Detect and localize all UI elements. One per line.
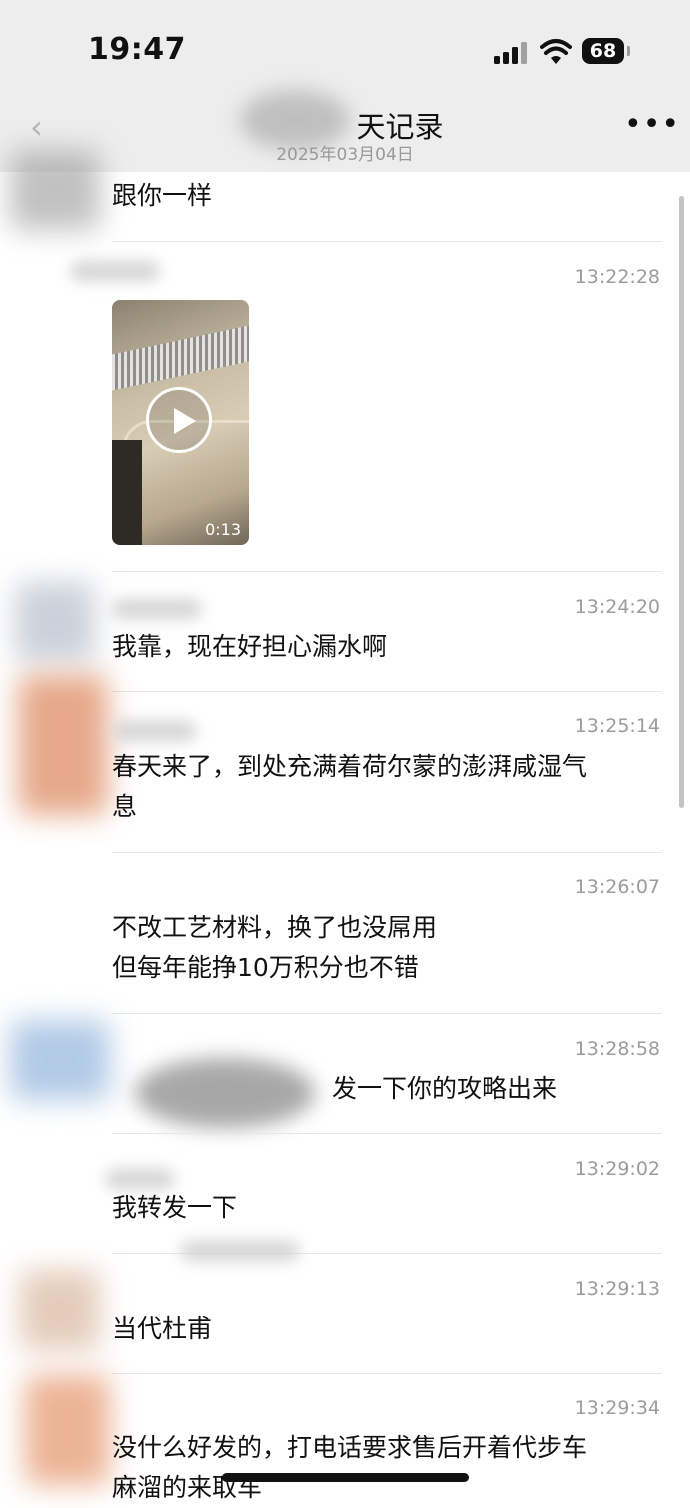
divider — [112, 241, 662, 242]
more-dots-icon[interactable]: ••• — [624, 110, 679, 148]
status-time: 19:47 — [88, 32, 186, 67]
message-time: 13:29:34 — [574, 1397, 660, 1419]
top-bar: 19:47 68 ‹ 天记录 2025年03月04日 ••• — [0, 0, 690, 172]
divider — [112, 1373, 662, 1374]
message-text: 没什么好发的，打电话要求售后开着代步车 麻溜的来取车 — [112, 1433, 588, 1502]
video-frame-shadow — [112, 440, 142, 545]
message-text: 不改工艺材料，换了也没屌用 但每年能挣10万积分也不错 — [112, 913, 438, 982]
avatar[interactable] — [10, 1020, 110, 1100]
sender-name — [180, 1240, 300, 1262]
message-time: 13:26:07 — [574, 876, 660, 898]
cellular-signal-icon — [494, 42, 528, 64]
message-text: 当代杜甫 — [112, 1314, 213, 1343]
sender-name — [105, 1168, 175, 1190]
wifi-icon — [540, 39, 572, 64]
battery-icon: 68 — [582, 38, 630, 64]
divider — [112, 691, 662, 692]
message-text: 我转发一下 — [112, 1193, 238, 1222]
avatar[interactable] — [15, 582, 95, 662]
divider — [112, 1133, 662, 1134]
divider — [112, 1013, 662, 1014]
divider — [112, 852, 662, 853]
avatar[interactable] — [10, 150, 100, 230]
play-icon[interactable] — [146, 387, 212, 453]
message-time: 13:24:20 — [574, 596, 660, 618]
message-time: 13:28:58 — [574, 1038, 660, 1060]
avatar[interactable] — [18, 675, 108, 815]
scrollbar[interactable] — [679, 196, 684, 808]
video-frame-vent — [112, 325, 249, 391]
sender-name — [70, 260, 160, 282]
avatar[interactable] — [25, 1375, 110, 1485]
home-indicator[interactable] — [222, 1473, 469, 1482]
divider — [112, 571, 662, 572]
avatar[interactable] — [20, 1270, 100, 1350]
sender-name — [112, 598, 202, 620]
message-time: 13:29:02 — [574, 1158, 660, 1180]
video-duration: 0:13 — [205, 520, 241, 539]
message-time: 13:25:14 — [574, 715, 660, 737]
message-time: 13:22:28 — [574, 266, 660, 288]
message-time: 13:29:13 — [574, 1278, 660, 1300]
message-text: 跟你一样 — [112, 181, 213, 210]
blurred-message-part — [135, 1058, 315, 1128]
message-text: 春天来了，到处充满着荷尔蒙的澎湃咸湿气 息 — [112, 752, 588, 821]
page-date: 2025年03月04日 — [276, 145, 414, 165]
sender-name — [112, 720, 197, 742]
video-message[interactable]: 0:13 — [112, 300, 249, 545]
message-text: 发一下你的攻略出来 — [332, 1074, 558, 1103]
message-text: 我靠，现在好担心漏水啊 — [112, 632, 388, 661]
